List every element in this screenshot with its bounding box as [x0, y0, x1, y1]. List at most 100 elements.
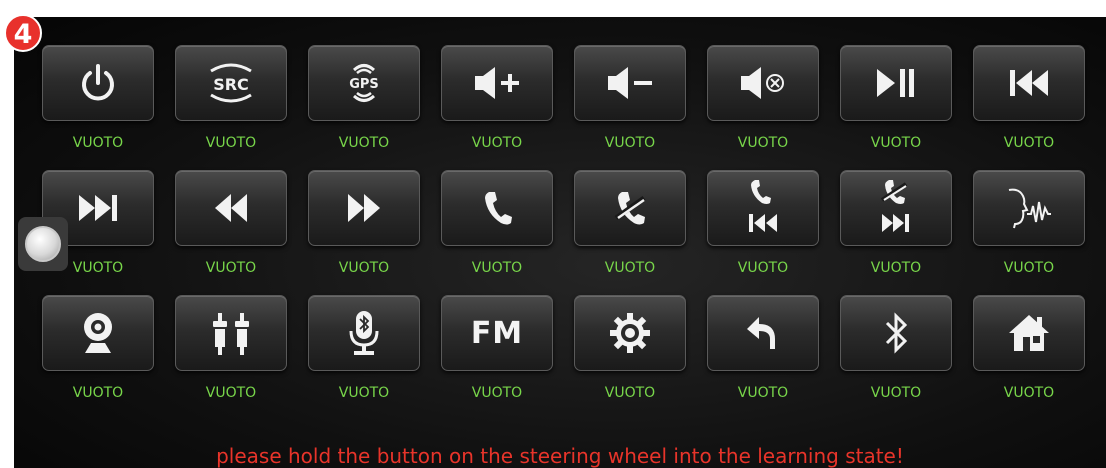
button-cell: VUOTO: [42, 295, 154, 407]
camera-icon: [84, 313, 112, 353]
button-cell: VUOTO: [42, 45, 154, 157]
bluetooth-mic-button[interactable]: [308, 295, 420, 371]
phone-hangup-button[interactable]: [574, 170, 686, 246]
button-status-label: VUOTO: [604, 135, 656, 151]
button-cell: VUOTO: [707, 45, 819, 157]
rewind-button[interactable]: [175, 170, 287, 246]
button-status-label: VUOTO: [604, 385, 656, 401]
back-button[interactable]: [707, 295, 819, 371]
floating-assistive-button[interactable]: [18, 217, 68, 271]
step-number-badge: 4: [4, 14, 42, 52]
button-cell: VUOTO: [574, 170, 686, 282]
button-status-label: VUOTO: [72, 135, 124, 151]
gps-icon: GPS: [349, 64, 379, 102]
button-status-label: VUOTO: [471, 135, 523, 151]
settings-button[interactable]: [574, 295, 686, 371]
phone-answer-previous-icon: [749, 180, 777, 232]
button-cell: SRC VUOTO: [175, 45, 287, 157]
phone-hangup-next-icon: [880, 180, 909, 232]
volume-down-button[interactable]: [574, 45, 686, 121]
power-icon: [82, 64, 114, 101]
button-status-label: VUOTO: [737, 260, 789, 276]
gps-button[interactable]: GPS: [308, 45, 420, 121]
button-cell: VUOTO: [840, 170, 952, 282]
volume-up-button[interactable]: [441, 45, 553, 121]
src-icon-text: SRC: [213, 75, 249, 94]
button-cell: VUOTO: [707, 170, 819, 282]
button-cell: VUOTO: [574, 45, 686, 157]
button-status-label: VUOTO: [205, 135, 257, 151]
button-status-label: VUOTO: [72, 385, 124, 401]
button-cell: VUOTO: [973, 45, 1085, 157]
fast-forward-icon: [348, 194, 380, 222]
button-cell: VUOTO: [175, 170, 287, 282]
phone-answer-previous-button[interactable]: [707, 170, 819, 246]
home-icon: [1009, 315, 1049, 351]
phone-answer-icon: [485, 192, 512, 225]
button-cell: VUOTO: [441, 45, 553, 157]
voice-command-icon: [1008, 188, 1051, 229]
button-status-label: VUOTO: [205, 385, 257, 401]
play-pause-button[interactable]: [840, 45, 952, 121]
home-button[interactable]: [973, 295, 1085, 371]
button-status-label: VUOTO: [870, 135, 922, 151]
button-status-label: VUOTO: [338, 135, 390, 151]
play-pause-icon: [877, 69, 914, 97]
top-strip: [0, 0, 1106, 17]
fast-forward-button[interactable]: [308, 170, 420, 246]
button-status-label: VUOTO: [870, 260, 922, 276]
button-cell: VUOTO: [574, 295, 686, 407]
src-icon: SRC: [210, 63, 252, 103]
button-cell: VUOTO: [441, 170, 553, 282]
rewind-icon: [215, 194, 247, 222]
phone-hangup-icon: [614, 192, 646, 225]
button-cell: VUOTO: [308, 170, 420, 282]
button-status-label: VUOTO: [471, 260, 523, 276]
phone-hangup-next-button[interactable]: [840, 170, 952, 246]
mute-button[interactable]: [707, 45, 819, 121]
button-cell: GPS VUOTO: [308, 45, 420, 157]
button-cell: VUOTO: [308, 295, 420, 407]
button-status-label: VUOTO: [737, 135, 789, 151]
button-status-label: VUOTO: [338, 260, 390, 276]
previous-track-icon: [1010, 70, 1048, 96]
button-status-label: VUOTO: [338, 385, 390, 401]
fm-button[interactable]: FM: [441, 295, 553, 371]
button-cell: FM VUOTO: [441, 295, 553, 407]
button-cell: VUOTO: [973, 170, 1085, 282]
phone-answer-button[interactable]: [441, 170, 553, 246]
steering-wheel-learning-screen: VUOTO SRC VUOTO GPS VUOTO VUOTO VUOTO VU…: [14, 17, 1106, 468]
voice-command-button[interactable]: [973, 170, 1085, 246]
bluetooth-button[interactable]: [840, 295, 952, 371]
volume-up-icon: [475, 67, 519, 99]
button-status-label: VUOTO: [1003, 385, 1055, 401]
back-icon: [747, 317, 775, 349]
button-status-label: VUOTO: [205, 260, 257, 276]
button-cell: VUOTO: [175, 295, 287, 407]
camera-button[interactable]: [42, 295, 154, 371]
button-status-label: VUOTO: [604, 260, 656, 276]
gps-icon-text: GPS: [349, 77, 379, 92]
button-cell: VUOTO: [973, 295, 1085, 407]
src-button[interactable]: SRC: [175, 45, 287, 121]
button-status-label: VUOTO: [870, 385, 922, 401]
next-track-icon: [79, 195, 117, 221]
button-status-label: VUOTO: [1003, 260, 1055, 276]
fm-icon: FM: [470, 315, 524, 351]
button-status-label: VUOTO: [737, 385, 789, 401]
button-cell: VUOTO: [840, 295, 952, 407]
aux-rca-icon: [213, 313, 249, 355]
mute-icon: [741, 67, 784, 99]
assistive-knob-icon: [25, 226, 61, 262]
settings-gear-icon: [610, 313, 650, 353]
button-status-label: VUOTO: [1003, 135, 1055, 151]
button-cell: VUOTO: [840, 45, 952, 157]
previous-track-button[interactable]: [973, 45, 1085, 121]
volume-down-icon: [608, 67, 652, 99]
aux-button[interactable]: [175, 295, 287, 371]
button-cell: VUOTO: [707, 295, 819, 407]
bluetooth-icon: [885, 312, 908, 354]
bluetooth-mic-icon: [349, 311, 379, 355]
power-button[interactable]: [42, 45, 154, 121]
instruction-text: please hold the button on the steering w…: [216, 444, 904, 468]
